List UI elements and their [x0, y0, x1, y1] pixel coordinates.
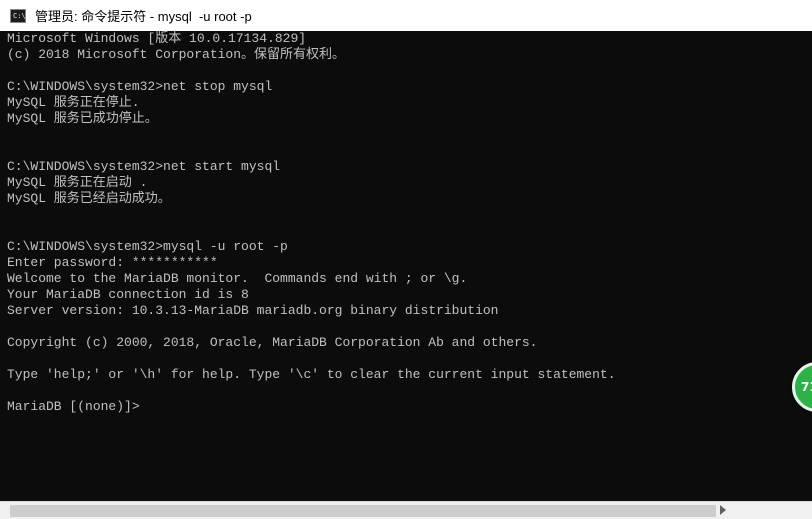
console-line: Type 'help;' or '\h' for help. Type '\c'… [7, 367, 616, 382]
cmd-icon: C:\ [10, 8, 26, 23]
console-prompt[interactable]: MariaDB [(none)]> [7, 399, 616, 415]
console-line: Copyright (c) 2000, 2018, Oracle, MariaD… [7, 335, 538, 350]
console-line: MySQL 服务正在停止. [7, 95, 140, 110]
console-lines: Microsoft Windows [版本 10.0.17134.829] (c… [7, 31, 616, 415]
console-line: MySQL 服务正在启动 . [7, 175, 148, 190]
console-line: Enter password: *********** [7, 255, 218, 270]
console-line: C:\WINDOWS\system32>net start mysql [7, 159, 281, 174]
console-line: MySQL 服务已成功停止。 [7, 111, 158, 126]
console-line: Your MariaDB connection id is 8 [7, 287, 249, 302]
console-line: Microsoft Windows [版本 10.0.17134.829] [7, 31, 307, 46]
title-bar[interactable]: C:\ 管理员: 命令提示符 - mysql -u root -p [0, 0, 812, 31]
console-line: C:\WINDOWS\system32>mysql -u root -p [7, 239, 288, 254]
window-title: 管理员: 命令提示符 - mysql -u root -p [35, 9, 252, 24]
scrollbar-thumb[interactable] [10, 505, 716, 517]
console-line: C:\WINDOWS\system32>net stop mysql [7, 79, 273, 94]
console-line: Welcome to the MariaDB monitor. Commands… [7, 271, 468, 286]
horizontal-scrollbar[interactable] [0, 501, 812, 519]
console-line: MySQL 服务已经启动成功。 [7, 191, 171, 206]
console-output[interactable]: Microsoft Windows [版本 10.0.17134.829] (c… [0, 31, 812, 501]
console-line: (c) 2018 Microsoft Corporation。保留所有权利。 [7, 47, 346, 62]
console-line: Server version: 10.3.13-MariaDB mariadb.… [7, 303, 499, 318]
scroll-right-arrow-icon[interactable] [720, 505, 726, 515]
